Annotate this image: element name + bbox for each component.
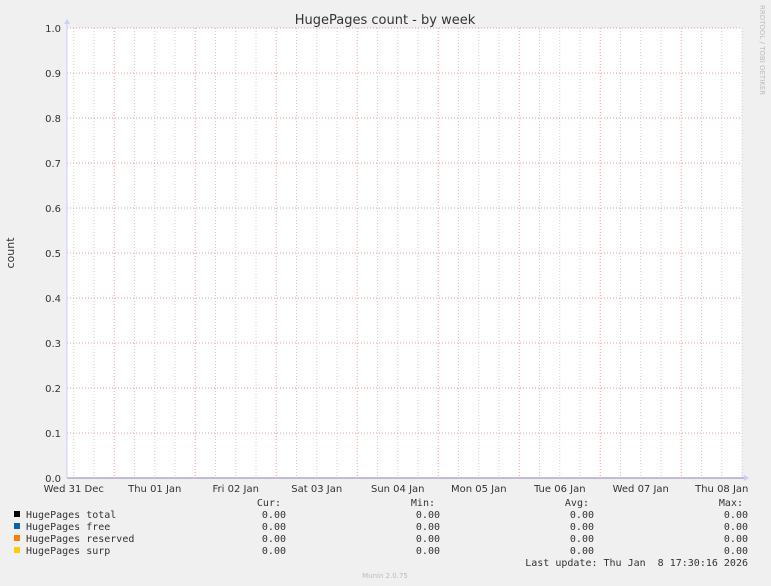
y-tick-label: 0.9	[45, 69, 61, 80]
y-tick-label: 0.2	[45, 384, 61, 395]
legend-max: 0.00	[724, 510, 748, 521]
y-tick-label: 0.7	[45, 159, 61, 170]
y-tick-label: 0.1	[45, 429, 61, 440]
legend-avg: 0.00	[570, 510, 594, 521]
legend-cur: 0.00	[262, 510, 286, 521]
legend-swatch-2	[14, 535, 20, 541]
legend-name: HugePages total	[26, 510, 116, 521]
legend-swatch-0	[14, 511, 20, 517]
legend-min: 0.00	[416, 546, 440, 557]
x-tick-label: Wed 31 Dec	[44, 484, 104, 495]
legend-swatch-3	[14, 547, 20, 553]
legend-header-cur: Cur:	[257, 498, 281, 509]
legend-cur: 0.00	[262, 546, 286, 557]
x-axis-arrow-icon	[744, 475, 749, 481]
legend-min: 0.00	[416, 534, 440, 545]
legend-avg: 0.00	[570, 534, 594, 545]
y-tick-label: 0.4	[45, 294, 61, 305]
x-tick-label: Thu 08 Jan	[694, 484, 748, 495]
y-axis-label: count	[4, 237, 17, 269]
x-tick-label: Sat 03 Jan	[291, 484, 342, 495]
legend-min: 0.00	[416, 510, 440, 521]
rrdtool-watermark: RRDTOOL / TOBI OETIKER	[758, 5, 766, 95]
x-tick-label: Tue 06 Jan	[533, 484, 586, 495]
x-tick-label: Mon 05 Jan	[451, 484, 507, 495]
footer-version: Munin 2.0.75	[362, 572, 408, 580]
legend-name: HugePages free	[26, 522, 110, 533]
chart-title: HugePages count - by week	[295, 13, 476, 28]
legend-cur: 0.00	[262, 534, 286, 545]
y-axis-arrow-icon	[64, 19, 70, 24]
legend-swatch-1	[14, 523, 20, 529]
x-tick-label: Thu 01 Jan	[127, 484, 181, 495]
legend-avg: 0.00	[570, 546, 594, 557]
munin-graph: 0.0 0.1 0.2 0.3 0.4 0.5 0.6 0.7 0.8 0.9 1.0 Wed 31 …	[0, 0, 771, 586]
y-tick-label: 1.0	[45, 24, 61, 35]
y-tick-label: 0.8	[45, 114, 61, 125]
legend-header-min: Min:	[411, 498, 435, 509]
legend-header-avg: Avg:	[565, 498, 589, 509]
legend-header-max: Max:	[719, 498, 743, 509]
legend-max: 0.00	[724, 534, 748, 545]
legend-max: 0.00	[724, 546, 748, 557]
legend-name: HugePages reserved	[26, 534, 134, 545]
last-update: Last update: Thu Jan 8 17:30:16 2026	[525, 558, 748, 569]
legend-cur: 0.00	[262, 522, 286, 533]
x-tick-label: Wed 07 Jan	[613, 484, 669, 495]
y-tick-label: 0.6	[45, 204, 61, 215]
legend-min: 0.00	[416, 522, 440, 533]
y-tick-label: 0.5	[45, 249, 61, 260]
legend-name: HugePages surp	[26, 546, 110, 557]
x-tick-label: Sun 04 Jan	[371, 484, 425, 495]
legend-max: 0.00	[724, 522, 748, 533]
x-tick-label: Fri 02 Jan	[213, 484, 259, 495]
legend-avg: 0.00	[570, 522, 594, 533]
y-tick-label: 0.3	[45, 339, 61, 350]
chart-svg: 0.00.10.20.30.40.50.60.70.80.91.0Wed 31 …	[4, 5, 766, 580]
